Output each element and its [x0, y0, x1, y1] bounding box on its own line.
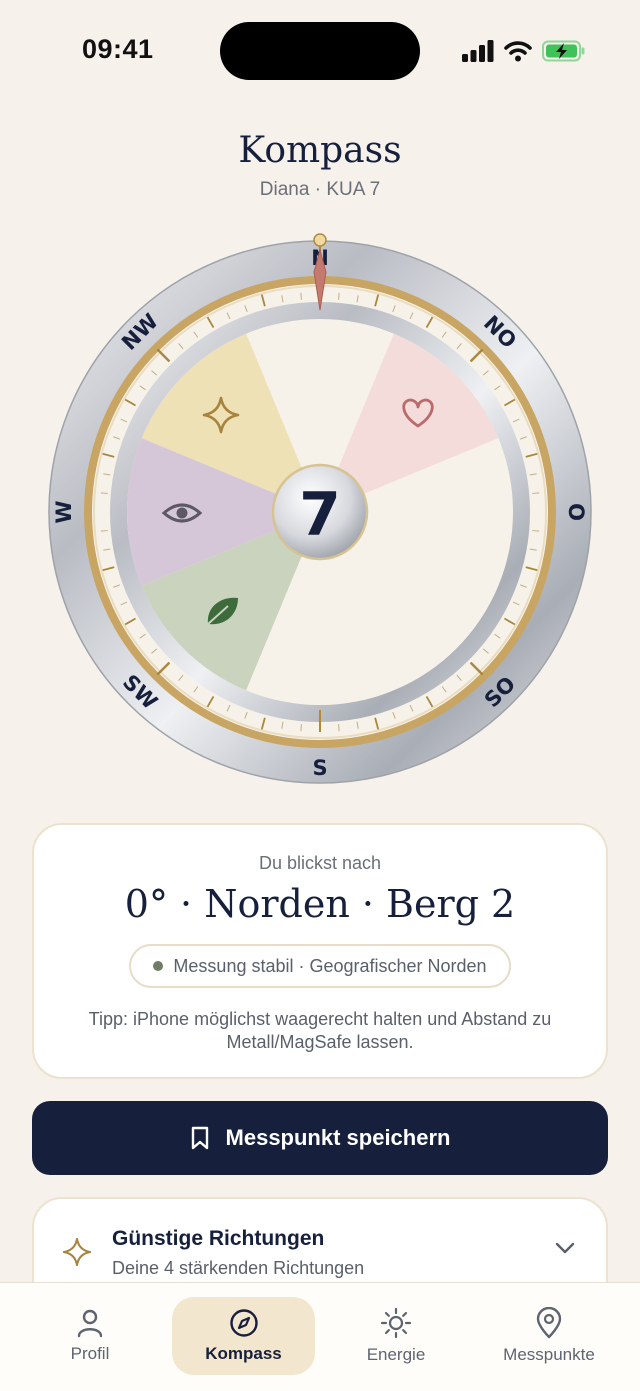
status-bar: 09:41 — [0, 0, 640, 100]
tick-mark — [300, 724, 302, 732]
tip-text: Tipp: iPhone möglichst waagerecht halten… — [88, 1009, 552, 1052]
tick-mark — [338, 292, 340, 300]
tick-mark — [100, 492, 108, 494]
tab-energie[interactable]: Energie — [326, 1297, 466, 1375]
save-measurement-button[interactable]: Messpunkt speichern — [32, 1101, 608, 1175]
heading-info-card: Du blickst nach 0° · Norden · Berg 2 Mes… — [32, 823, 608, 1079]
battery-charging-icon — [542, 40, 585, 62]
tab-profil[interactable]: Profil — [20, 1297, 160, 1375]
cellular-signal-icon — [462, 40, 494, 62]
compass-icon — [229, 1309, 258, 1337]
status-time: 09:41 — [82, 34, 154, 64]
tick-mark — [532, 492, 540, 494]
kua-number: 7 — [299, 480, 341, 550]
chevron-down-icon[interactable] — [554, 1241, 576, 1255]
page-subtitle: Diana · KUA 7 — [259, 179, 381, 200]
bookmark-icon — [191, 1126, 208, 1150]
label-east: O — [564, 503, 588, 521]
tab-kompass[interactable]: Kompass — [172, 1297, 315, 1375]
tick-mark — [532, 530, 540, 532]
label-south: S — [312, 756, 327, 780]
label-west: W — [52, 500, 76, 523]
tab-messpunkte-label: Messpunkte — [503, 1345, 595, 1364]
directions-subtitle: Deine 4 stärkenden Richtungen — [112, 1258, 365, 1278]
status-dot — [153, 961, 164, 971]
person-icon — [77, 1309, 103, 1338]
tab-messpunkte[interactable]: Messpunkte — [478, 1297, 620, 1375]
tab-energie-label: Energie — [366, 1345, 426, 1364]
measurement-status-badge: Messung stabil · Geografischer Norden — [129, 944, 511, 988]
page-title: Kompass — [238, 130, 402, 171]
status-icons — [462, 40, 586, 62]
directions-title: Günstige Richtungen — [112, 1227, 325, 1250]
pin-icon — [536, 1307, 562, 1339]
sun-icon — [380, 1307, 412, 1339]
dynamic-island — [220, 22, 420, 80]
heading-value: 0° · Norden · Berg 2 — [124, 882, 516, 926]
save-measurement-label: Messpunkt speichern — [225, 1125, 451, 1150]
tick-mark — [338, 724, 340, 732]
tab-kompass-label: Kompass — [205, 1344, 282, 1363]
measurement-status-text: Messung stabil · Geografischer Norden — [173, 955, 487, 976]
compass-svg: N S W O NW NO SO SW 7 — [48, 233, 592, 784]
page-header: Kompass Diana · KUA 7 — [0, 130, 640, 201]
compass-dial[interactable]: N S W O NW NO SO SW 7 — [40, 232, 600, 792]
tab-bar: Profil Kompass Energie Messpunkte — [0, 1282, 640, 1391]
tick-mark — [300, 292, 302, 300]
heading-label: Du blickst nach — [258, 853, 382, 873]
tick-mark — [100, 530, 108, 532]
wifi-icon — [504, 41, 532, 62]
tab-profil-label: Profil — [70, 1344, 110, 1363]
sparkle-icon — [62, 1237, 92, 1267]
